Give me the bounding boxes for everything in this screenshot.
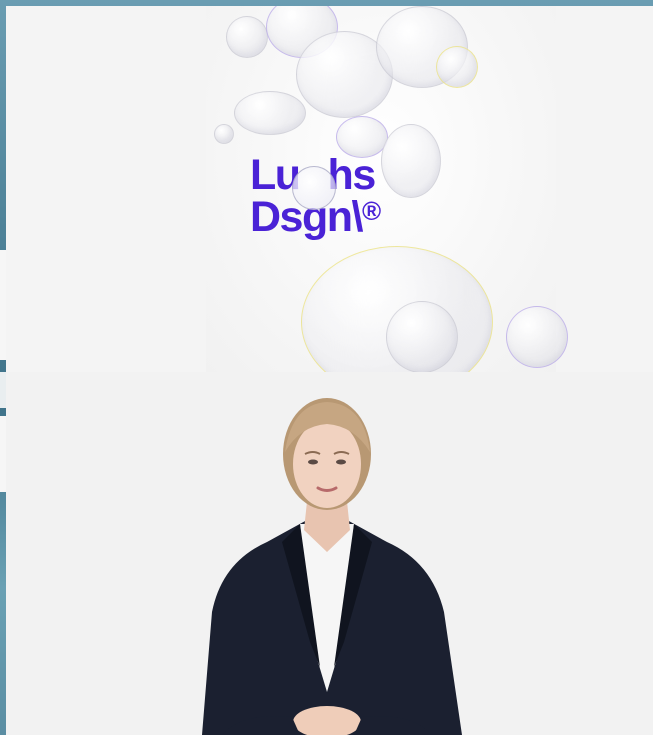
bubble-decoration [226,16,268,58]
registered-mark: ® [361,196,381,226]
bubble-decoration [214,124,234,144]
media-panel: Lu hs Dsgn\® [6,6,653,735]
video-presenter-area [6,372,653,735]
brand-wordmark: Lu hs Dsgn\® [250,154,420,239]
bubble-decoration [436,46,478,88]
bubble-decoration [234,91,306,135]
presenter-person-icon [202,398,462,735]
artwork-area: Lu hs Dsgn\® [6,6,653,372]
bubble-decoration [506,306,568,368]
glass-bubble-icon [292,166,336,210]
bubble-decoration [386,301,458,372]
